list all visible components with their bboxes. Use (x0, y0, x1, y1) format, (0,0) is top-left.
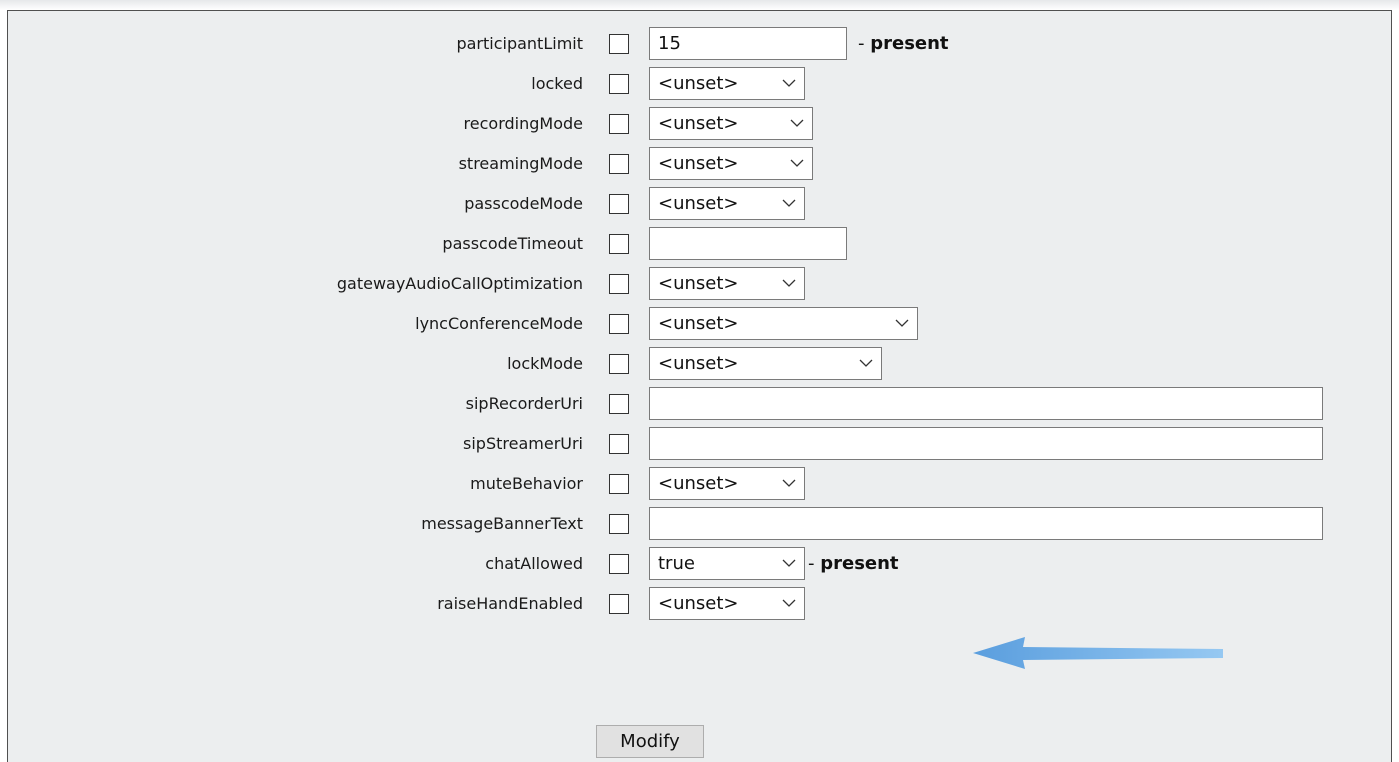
chevron-down-icon (790, 159, 804, 167)
message-banner-text-checkbox[interactable] (609, 514, 629, 534)
select-value: <unset> (658, 593, 739, 614)
lync-conference-mode-checkbox[interactable] (609, 314, 629, 334)
select-value: true (658, 553, 695, 574)
form-row-recording-mode: recordingMode <unset> (8, 104, 1391, 144)
chevron-down-icon (895, 319, 909, 327)
chevron-down-icon (782, 559, 796, 567)
form-row-streaming-mode: streamingMode <unset> (8, 144, 1391, 184)
sip-recorder-uri-checkbox[interactable] (609, 394, 629, 414)
lock-mode-checkbox[interactable] (609, 354, 629, 374)
select-value: <unset> (658, 353, 739, 374)
passcode-timeout-input[interactable] (649, 227, 847, 260)
field-label: passcodeMode (464, 194, 583, 213)
form-row-passcode-mode: passcodeMode <unset> (8, 184, 1391, 224)
field-label: sipStreamerUri (463, 434, 583, 453)
chevron-down-icon (782, 599, 796, 607)
form-row-participant-limit: participantLimit 15 - present (8, 24, 1391, 64)
recording-mode-select[interactable]: <unset> (649, 107, 813, 140)
form-row-message-banner-text: messageBannerText (8, 504, 1391, 544)
chevron-down-icon (782, 279, 796, 287)
select-value: <unset> (658, 153, 739, 174)
raise-hand-enabled-checkbox[interactable] (609, 594, 629, 614)
form-row-raise-hand-enabled: raiseHandEnabled <unset> (8, 584, 1391, 624)
form-row-gateway-audio-call-optimization: gatewayAudioCallOptimization <unset> (8, 264, 1391, 304)
field-label: sipRecorderUri (465, 394, 583, 413)
modify-button[interactable]: Modify (596, 725, 704, 758)
form-row-passcode-timeout: passcodeTimeout (8, 224, 1391, 264)
present-indicator: - present (858, 33, 949, 54)
field-label: muteBehavior (470, 474, 583, 493)
chevron-down-icon (859, 359, 873, 367)
field-label: raiseHandEnabled (437, 594, 583, 613)
streaming-mode-select[interactable]: <unset> (649, 147, 813, 180)
field-label: messageBannerText (421, 514, 583, 533)
annotation-arrow-icon (973, 637, 1223, 669)
passcode-timeout-checkbox[interactable] (609, 234, 629, 254)
sip-streamer-uri-checkbox[interactable] (609, 434, 629, 454)
message-banner-text-input[interactable] (649, 507, 1323, 540)
top-edge (0, 0, 1399, 10)
lock-mode-select[interactable]: <unset> (649, 347, 882, 380)
mute-behavior-checkbox[interactable] (609, 474, 629, 494)
field-label: passcodeTimeout (442, 234, 583, 253)
chevron-down-icon (790, 119, 804, 127)
select-value: <unset> (658, 473, 739, 494)
form-row-chat-allowed: chatAllowed true - present (8, 544, 1391, 584)
raise-hand-enabled-select[interactable]: <unset> (649, 587, 805, 620)
form-row-sip-recorder-uri: sipRecorderUri (8, 384, 1391, 424)
field-label: lyncConferenceMode (415, 314, 583, 333)
select-value: <unset> (658, 313, 739, 334)
gateway-audio-call-optimization-select[interactable]: <unset> (649, 267, 805, 300)
chevron-down-icon (782, 479, 796, 487)
select-value: <unset> (658, 113, 739, 134)
field-label: lockMode (507, 354, 583, 373)
recording-mode-checkbox[interactable] (609, 114, 629, 134)
passcode-mode-select[interactable]: <unset> (649, 187, 805, 220)
select-value: <unset> (658, 193, 739, 214)
chevron-down-icon (782, 79, 796, 87)
select-value: <unset> (658, 273, 739, 294)
field-label: participantLimit (456, 34, 583, 53)
passcode-mode-checkbox[interactable] (609, 194, 629, 214)
locked-select[interactable]: <unset> (649, 67, 805, 100)
field-label: streamingMode (458, 154, 583, 173)
form-row-lync-conference-mode: lyncConferenceMode <unset> (8, 304, 1391, 344)
mute-behavior-select[interactable]: <unset> (649, 467, 805, 500)
participant-limit-input[interactable]: 15 (649, 27, 847, 60)
present-indicator: - present (808, 553, 899, 574)
form-row-locked: locked <unset> (8, 64, 1391, 104)
sip-recorder-uri-input[interactable] (649, 387, 1323, 420)
chevron-down-icon (782, 199, 796, 207)
form-row-sip-streamer-uri: sipStreamerUri (8, 424, 1391, 464)
field-label: recordingMode (463, 114, 583, 133)
form-row-mute-behavior: muteBehavior <unset> (8, 464, 1391, 504)
locked-checkbox[interactable] (609, 74, 629, 94)
participant-limit-checkbox[interactable] (609, 34, 629, 54)
select-value: <unset> (658, 73, 739, 94)
streaming-mode-checkbox[interactable] (609, 154, 629, 174)
field-label: chatAllowed (485, 554, 583, 573)
input-value: 15 (658, 33, 681, 54)
form-row-lock-mode: lockMode <unset> (8, 344, 1391, 384)
lync-conference-mode-select[interactable]: <unset> (649, 307, 918, 340)
sip-streamer-uri-input[interactable] (649, 427, 1323, 460)
chat-allowed-select[interactable]: true (649, 547, 805, 580)
chat-allowed-checkbox[interactable] (609, 554, 629, 574)
field-label: locked (531, 74, 583, 93)
gateway-audio-call-optimization-checkbox[interactable] (609, 274, 629, 294)
field-label: gatewayAudioCallOptimization (336, 274, 583, 293)
